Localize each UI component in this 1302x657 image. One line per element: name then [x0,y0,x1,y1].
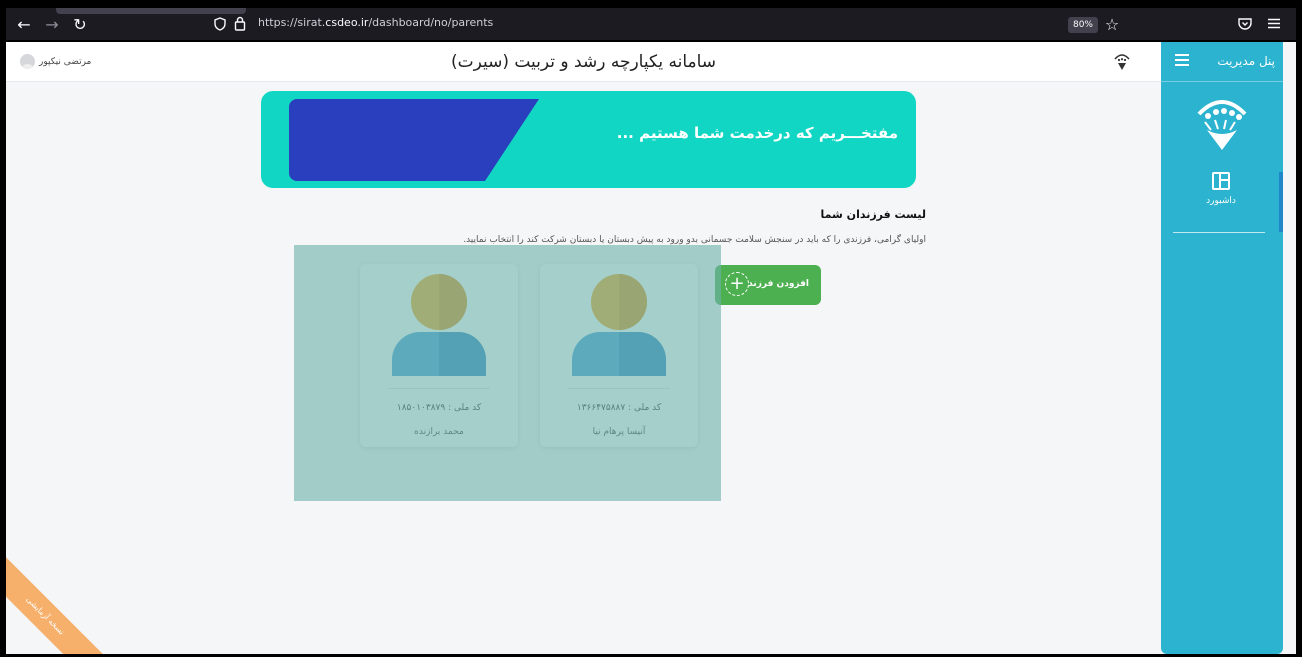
section-description: اولیای گرامی، فرزندی را که باید در سنجش … [463,235,926,245]
welcome-banner: مفتخـــریم که درخدمت شما هستیم ... [261,91,916,188]
child-avatar-icon [572,274,666,376]
hamburger-menu-icon[interactable] [1175,54,1189,68]
child-national-id: کد ملی : ۱۸۵۰۱۰۳۸۷۹ [396,403,482,413]
back-icon[interactable]: ← [14,15,34,35]
bookmark-star-icon[interactable]: ☆ [1102,15,1122,35]
dashboard-icon [1212,172,1230,190]
banner-shape [289,99,539,181]
banner-text: مفتخـــریم که درخدمت شما هستیم ... [616,124,898,142]
child-name: محمد برازنده [414,427,464,437]
section-title: لیست فرزندان شما [820,208,926,221]
url-bar[interactable]: https://sirat.csdeo.ir/dashboard/no/pare… [206,12,1136,36]
divider [388,388,490,389]
sirat-logo-icon [1197,100,1247,150]
screen: ← → ↻ https://sirat.csdeo.ir/dashboard/n… [0,0,1302,657]
top-header: مرتضی نیکپور سامانه یکپارچه رشد و تربیت … [6,42,1161,82]
lock-icon[interactable] [234,16,246,31]
menu-icon[interactable] [1268,18,1280,29]
sidebar-item-dashboard[interactable]: داشبورد [1171,172,1271,232]
child-name: آنیسا پرهام نیا [592,427,646,437]
page-title: سامانه یکپارچه رشد و تربیت (سیرت) [450,52,717,72]
add-child-label: افزودن فرزند [748,279,809,289]
trial-version-ribbon: نسخه آزمایشی [6,545,116,654]
child-avatar-icon [392,274,486,376]
app-page: مرتضی نیکپور سامانه یکپارچه رشد و تربیت … [6,42,1296,654]
forward-icon[interactable]: → [42,15,62,35]
child-national-id: کد ملی : ۱۳۶۶۴۷۵۸۸۷ [576,403,662,413]
browser-toolbar: ← → ↻ https://sirat.csdeo.ir/dashboard/n… [6,8,1296,40]
plus-icon: + [725,272,749,296]
zoom-level[interactable]: 80% [1068,17,1098,33]
sidebar-header: پنل مدیریت [1161,42,1283,82]
shield-icon[interactable] [214,17,226,31]
reload-icon[interactable]: ↻ [70,15,90,35]
divider [568,388,670,389]
logo-icon [1114,54,1130,70]
sidebar: پنل مدیریت داشبورد [1161,42,1283,654]
add-child-button[interactable]: + افزودن فرزند [715,265,821,305]
url-text[interactable]: https://sirat.csdeo.ir/dashboard/no/pare… [258,16,493,29]
child-card[interactable]: کد ملی : ۱۳۶۶۴۷۵۸۸۷ آنیسا پرهام نیا [540,264,698,447]
divider [1173,232,1265,233]
active-indicator [1279,172,1283,232]
pocket-icon[interactable] [1238,17,1252,30]
child-card[interactable]: کد ملی : ۱۸۵۰۱۰۳۸۷۹ محمد برازنده [360,264,518,447]
sidebar-item-label: داشبورد [1206,196,1236,206]
sidebar-title: پنل مدیریت [1217,54,1275,68]
